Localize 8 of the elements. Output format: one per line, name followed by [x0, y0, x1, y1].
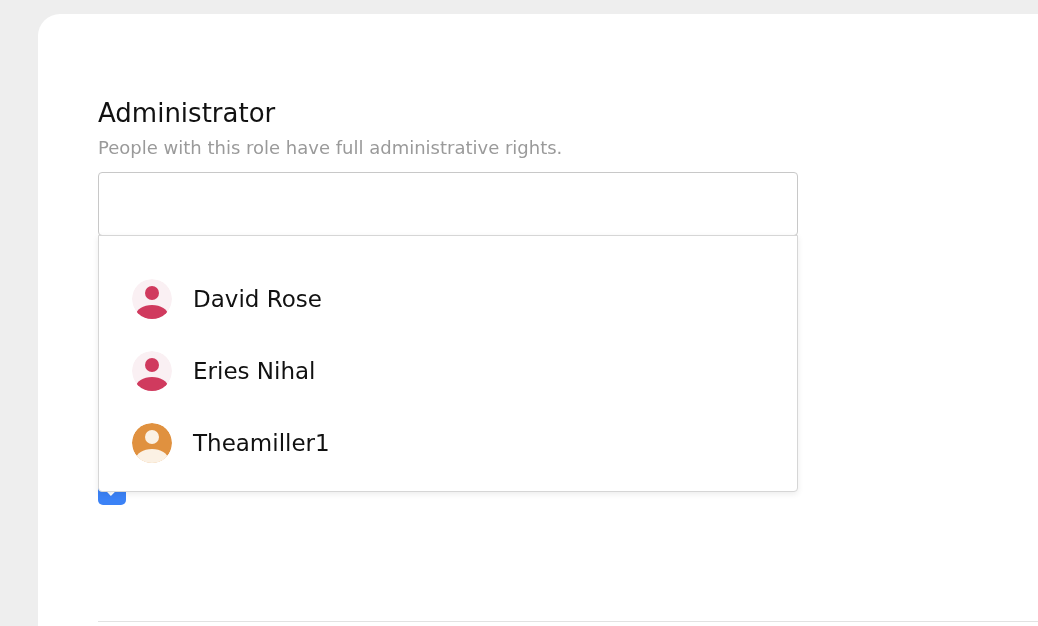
avatar-icon — [132, 351, 172, 392]
avatar-icon — [132, 423, 172, 464]
section-title: Administrator — [98, 98, 277, 130]
user-option[interactable]: Theamiller1 — [99, 407, 797, 480]
user-option[interactable]: David Rose — [99, 263, 797, 336]
section-description: People with this role have full administrative rights. — [98, 137, 564, 159]
user-option[interactable]: Eries Nihal — [99, 335, 797, 408]
avatar-icon — [132, 279, 172, 320]
